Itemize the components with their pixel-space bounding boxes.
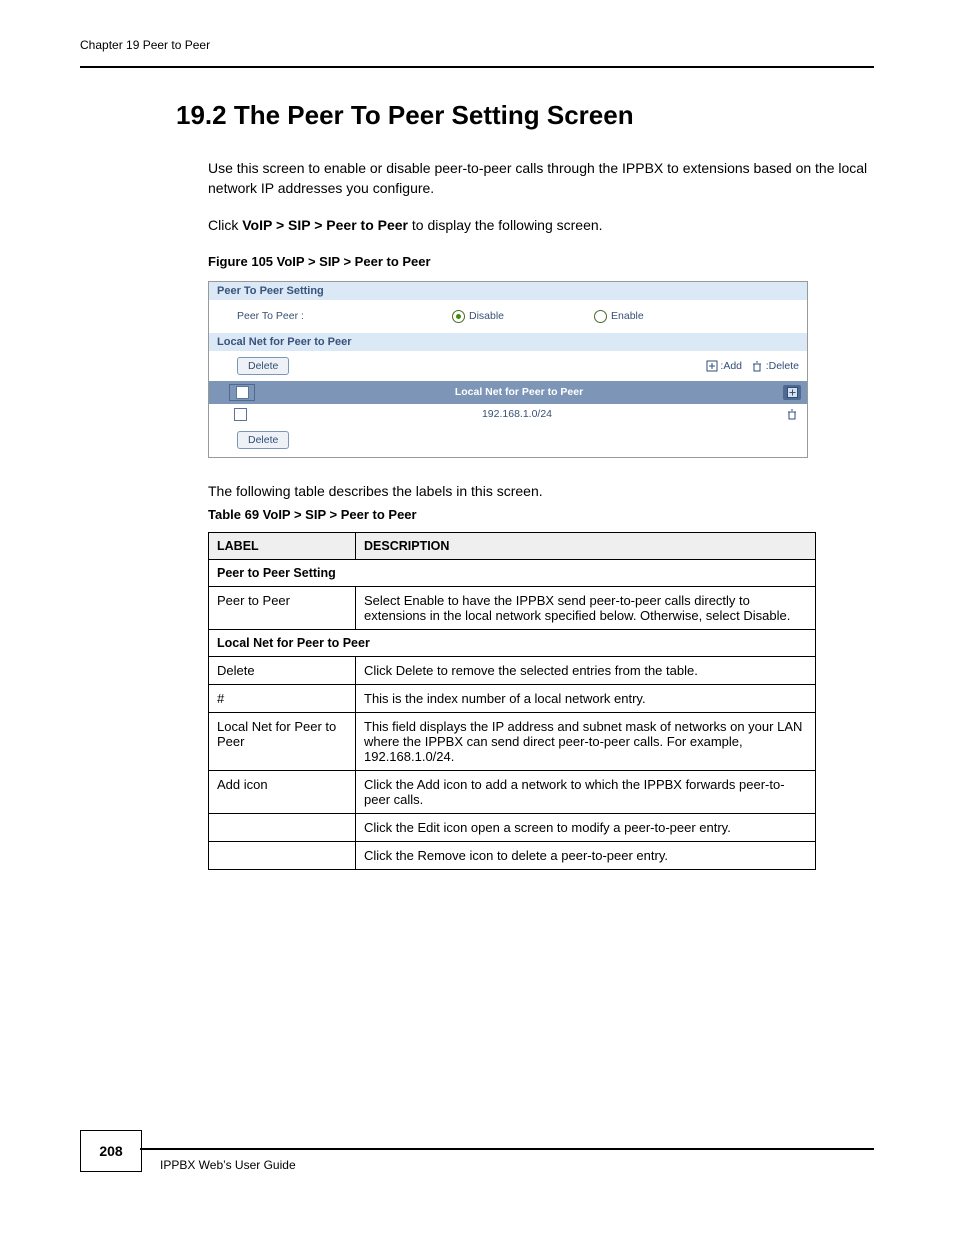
cell-r5-label: Add icon [209, 771, 356, 814]
row-add-icon: Add icon Click the Add icon to add a net… [209, 771, 816, 814]
table-header-label: Local Net for Peer to Peer [255, 386, 783, 398]
delete-button-top[interactable]: Delete [237, 357, 289, 375]
cell-r7-label [209, 842, 356, 870]
row-edit-icon: Click the Edit icon open a screen to mod… [209, 814, 816, 842]
peer-to-peer-row: Peer To Peer : Disable Enable [209, 300, 807, 333]
cell-r1-label: Peer to Peer [209, 587, 356, 630]
group-local-net: Local Net for Peer to Peer [209, 630, 816, 657]
peer-to-peer-label: Peer To Peer : [237, 310, 452, 322]
add-legend-icon [706, 360, 718, 372]
cell-r5-desc: Click the Add icon to add a network to w… [356, 771, 816, 814]
group-p2p-setting: Peer to Peer Setting [209, 560, 816, 587]
group-p2p-setting-cell: Peer to Peer Setting [209, 560, 816, 587]
desc-head-desc: DESCRIPTION [356, 533, 816, 560]
add-icon [787, 387, 798, 398]
page-number: 208 [80, 1130, 142, 1172]
toolbar-top: Delete :Add :Delete [209, 351, 807, 381]
cell-r3-label: # [209, 685, 356, 713]
row-delete-button[interactable] [783, 408, 801, 420]
table-intro: The following table describes the labels… [208, 482, 868, 502]
radio-enable-label: Enable [611, 310, 644, 322]
legend-add-text: :Add [720, 360, 742, 372]
description-table: LABEL DESCRIPTION Peer to Peer Setting P… [208, 532, 816, 870]
cell-r6-label [209, 814, 356, 842]
cell-r2-label: Delete [209, 657, 356, 685]
header-rule [80, 66, 874, 68]
table-header-row: Local Net for Peer to Peer [209, 381, 807, 404]
intro-path: VoIP > SIP > Peer to Peer [242, 217, 408, 233]
header-checkbox[interactable] [229, 384, 255, 401]
row-peer-to-peer: Peer to Peer Select Enable to have the I… [209, 587, 816, 630]
intro-pre: Click [208, 217, 242, 233]
radio-disable-label: Disable [469, 310, 504, 322]
cell-r4-label: Local Net for Peer to Peer [209, 713, 356, 771]
section-heading: 19.2 The Peer To Peer Setting Screen [176, 100, 876, 131]
add-button[interactable] [783, 385, 801, 400]
footer-guide-title: IPPBX Web’s User Guide [160, 1158, 296, 1172]
radio-enable-icon [594, 310, 607, 323]
intro-post: to display the following screen. [412, 217, 603, 233]
legend: :Add :Delete [706, 360, 800, 372]
row-remove-icon: Click the Remove icon to delete a peer-t… [209, 842, 816, 870]
cell-r4-desc: This field displays the IP address and s… [356, 713, 816, 771]
screenshot-panel: Peer To Peer Setting Peer To Peer : Disa… [208, 281, 808, 458]
cell-r7-desc: Click the Remove icon to delete a peer-t… [356, 842, 816, 870]
band-p2p-setting: Peer To Peer Setting [209, 282, 807, 300]
table-title: Table 69 VoIP > SIP > Peer to Peer [208, 507, 876, 522]
toolbar-bottom: Delete [209, 425, 807, 457]
row-value: 192.168.1.0/24 [251, 408, 783, 420]
radio-disable-icon [452, 310, 465, 323]
cell-r6-desc: Click the Edit icon open a screen to mod… [356, 814, 816, 842]
chapter-label: Chapter 19 Peer to Peer [80, 38, 210, 52]
table-row: 192.168.1.0/24 [209, 404, 807, 425]
legend-delete-text: :Delete [766, 360, 799, 372]
desc-head-label: LABEL [209, 533, 356, 560]
intro-paragraph-2: Click VoIP > SIP > Peer to Peer to displ… [208, 216, 868, 236]
row-delete: Delete Click Delete to remove the select… [209, 657, 816, 685]
delete-button-bottom[interactable]: Delete [237, 431, 289, 449]
footer-rule [150, 1148, 874, 1150]
cell-r3-desc: This is the index number of a local netw… [356, 685, 816, 713]
figure-caption: Figure 105 VoIP > SIP > Peer to Peer [208, 254, 876, 269]
row-localnet: Local Net for Peer to Peer This field di… [209, 713, 816, 771]
row-checkbox[interactable] [229, 408, 251, 421]
radio-disable[interactable]: Disable [452, 310, 504, 323]
cell-r1-desc: Select Enable to have the IPPBX send pee… [356, 587, 816, 630]
trash-icon [786, 408, 798, 420]
group-local-net-cell: Local Net for Peer to Peer [209, 630, 816, 657]
desc-header-row: LABEL DESCRIPTION [209, 533, 816, 560]
cell-r2-desc: Click Delete to remove the selected entr… [356, 657, 816, 685]
intro-paragraph-1: Use this screen to enable or disable pee… [208, 159, 868, 198]
row-index: # This is the index number of a local ne… [209, 685, 816, 713]
band-local-net: Local Net for Peer to Peer [209, 333, 807, 351]
trash-legend-icon [751, 360, 763, 372]
radio-enable[interactable]: Enable [594, 310, 644, 323]
